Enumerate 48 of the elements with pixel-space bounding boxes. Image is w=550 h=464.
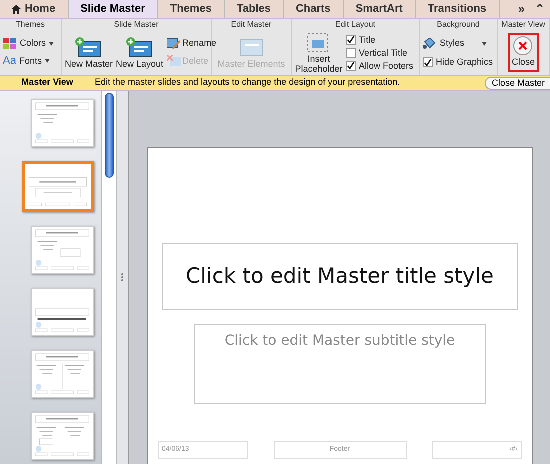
new-slide-icon <box>126 36 154 58</box>
close-button[interactable]: Close <box>508 32 539 72</box>
color-swatch-icon <box>3 38 17 50</box>
dropdown-caret-icon <box>482 42 487 46</box>
tab-scroll-button[interactable]: » <box>513 0 530 18</box>
rename-button[interactable]: Rename <box>166 37 217 50</box>
message-title: Master View <box>20 76 74 90</box>
checkbox-box <box>346 48 356 58</box>
group-title: Edit Layout <box>334 19 377 30</box>
paint-bucket-icon <box>423 38 437 50</box>
dropdown-caret-icon <box>44 59 50 64</box>
fonts-button[interactable]: Aa Fonts <box>3 54 54 68</box>
insert-placeholder-button[interactable]: Insert Placeholder <box>295 32 343 74</box>
font-glyph: Aa <box>3 55 16 68</box>
group-title: Slide Master <box>113 19 160 30</box>
delete-icon <box>166 55 181 68</box>
styles-button[interactable]: Styles <box>423 36 494 50</box>
group-title: Themes <box>15 19 46 30</box>
slide-thumbnail[interactable] <box>31 288 94 336</box>
new-layout-button[interactable]: New Layout <box>116 36 164 68</box>
rename-icon <box>166 38 181 50</box>
slide-thumbnail[interactable] <box>31 99 94 147</box>
subtitle-placeholder[interactable]: Click to edit Master subtitle style <box>194 324 486 404</box>
slide-thumbnail[interactable] <box>31 350 94 398</box>
slide-thumbnail[interactable] <box>31 226 94 274</box>
new-master-button[interactable]: New Master <box>65 36 114 68</box>
dropdown-caret-icon <box>49 42 54 46</box>
slide-layout-icon <box>238 36 266 58</box>
splitter-handle-icon <box>121 273 124 282</box>
group-title: Background <box>436 19 481 30</box>
checkbox[interactable]: Allow Footers <box>346 60 414 72</box>
tab-scroll-button[interactable]: ⌃ <box>530 0 550 18</box>
message-text: Edit the master slides and layouts to change the design of your presentation. <box>95 76 402 90</box>
title-placeholder[interactable]: Click to edit Master title style <box>162 243 518 310</box>
group-title: Edit Master <box>230 19 273 30</box>
close-icon <box>513 36 534 56</box>
ribbon-tab[interactable]: Slide Master <box>68 0 158 18</box>
scrollbar-thumb[interactable] <box>104 93 114 178</box>
checkbox[interactable]: Vertical Title <box>346 46 414 58</box>
new-slide-icon <box>75 36 103 58</box>
checkbox[interactable]: Hide Graphics <box>423 56 494 68</box>
close-master-button[interactable]: Close Master <box>484 76 550 90</box>
slide-thumbnail[interactable] <box>22 161 94 212</box>
group-title: Master View <box>500 19 546 30</box>
slide-thumbnail[interactable] <box>31 412 94 460</box>
checkbox[interactable]: Title <box>346 34 414 46</box>
home-icon <box>12 4 21 14</box>
colors-button[interactable]: Colors <box>3 37 54 50</box>
